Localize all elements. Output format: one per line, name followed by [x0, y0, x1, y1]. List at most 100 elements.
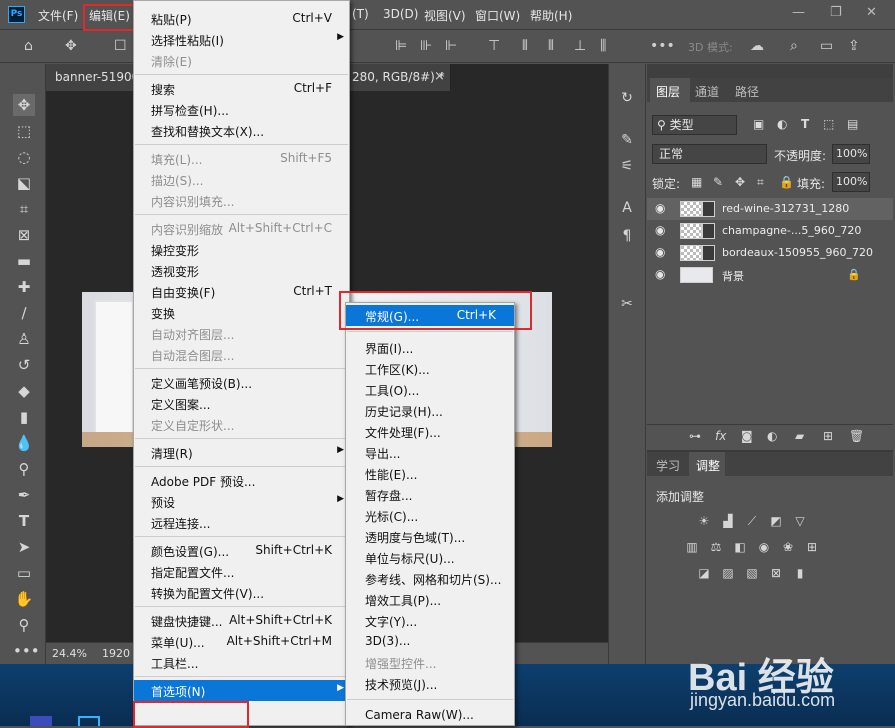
menu-view[interactable]: 视图(V)	[424, 7, 466, 24]
lock-artboard-icon[interactable]: ⌗	[757, 175, 764, 190]
brightness-icon[interactable]: ☀	[696, 514, 712, 528]
edit-menu-item-28[interactable]: 远程连接...	[134, 512, 349, 533]
type-tool-icon[interactable]: T	[13, 510, 35, 532]
taskbar-ps-icon[interactable]	[78, 716, 100, 726]
levels-icon[interactable]: ▟	[720, 514, 736, 528]
filter-smart-icon[interactable]: ▤	[847, 117, 858, 131]
healing-tool-icon[interactable]: ✚	[13, 276, 35, 298]
filter-type-icon[interactable]: T	[801, 117, 809, 131]
add-mask-icon[interactable]: ◙	[741, 429, 753, 443]
link-layers-icon[interactable]: ⊶	[689, 429, 701, 443]
pref-menu-item-2[interactable]: 界面(I)...	[346, 337, 514, 358]
restore-icon[interactable]: ❐	[830, 5, 842, 20]
color-lookup-icon[interactable]: ⊞	[804, 540, 820, 554]
eraser-tool-icon[interactable]: ◆	[13, 380, 35, 402]
dodge-tool-icon[interactable]: ⚲	[13, 458, 35, 480]
close-window-icon[interactable]: ✕	[866, 5, 877, 20]
align-top-icon[interactable]: ⊤	[488, 38, 500, 54]
threshold-icon[interactable]: ▧	[744, 566, 760, 580]
edit-menu-item-15[interactable]: 自由变换(F) Ctrl+T	[134, 281, 349, 302]
new-adjustment-icon[interactable]: ◐	[767, 429, 777, 443]
blur-tool-icon[interactable]: 💧	[13, 432, 35, 454]
share-icon[interactable]: ⇪	[848, 38, 860, 54]
invert-icon[interactable]: ◪	[696, 566, 712, 580]
adjust-panel-icon[interactable]: ⚟	[617, 158, 637, 178]
channel-mixer-icon[interactable]: ❀	[780, 540, 796, 554]
pref-menu-item-7[interactable]: 导出...	[346, 442, 514, 463]
pref-menu-item-15[interactable]: 文字(Y)...	[346, 610, 514, 631]
layer-filter-select[interactable]: ⚲ 类型	[652, 115, 737, 135]
edit-menu-item-31[interactable]: 指定配置文件...	[134, 561, 349, 582]
zoom-tool-icon[interactable]: ⚲	[13, 614, 35, 636]
history-brush-tool-icon[interactable]: ↺	[13, 354, 35, 376]
edit-menu-item-24[interactable]: 清理(R) ▶	[134, 442, 349, 463]
brush-tool-icon[interactable]: ∕	[13, 302, 35, 324]
checkbox-icon[interactable]: ☐	[114, 38, 127, 54]
lock-transparent-icon[interactable]: ▦	[691, 175, 702, 189]
edit-menu-item-16[interactable]: 变换	[134, 302, 349, 323]
menu-file[interactable]: 文件(F)	[38, 7, 78, 24]
tab-learn[interactable]: 学习	[656, 457, 680, 474]
align-bottom-icon[interactable]: ⊥	[574, 38, 586, 54]
eye-icon[interactable]: ◉	[655, 245, 665, 259]
layer-row[interactable]: ◉ red-wine-312731_1280	[647, 198, 893, 220]
delete-layer-icon[interactable]: 🗑	[849, 429, 864, 443]
pen-tool-icon[interactable]: ✒	[13, 484, 35, 506]
align-left-icon[interactable]: ⊫	[395, 38, 407, 54]
lock-position-icon[interactable]: ✥	[735, 175, 745, 189]
shape-tool-icon[interactable]: ▭	[13, 562, 35, 584]
edit-menu-item-38[interactable]: 首选项(N) ▶	[134, 680, 349, 701]
more-options-icon[interactable]: •••	[650, 38, 675, 54]
eye-icon[interactable]: ◉	[655, 267, 665, 281]
zoom-level[interactable]: 24.4%	[52, 647, 87, 660]
layer-row[interactable]: ◉ champagne-...5_960_720	[647, 220, 893, 242]
lasso-tool-icon[interactable]: ◌	[13, 146, 35, 168]
tab-layers[interactable]: 图层	[656, 83, 680, 100]
align-center-icon[interactable]: ⊪	[420, 38, 432, 54]
pref-menu-item-10[interactable]: 光标(C)...	[346, 505, 514, 526]
opacity-input[interactable]: 100%	[832, 144, 870, 164]
bw-icon[interactable]: ◧	[732, 540, 748, 554]
posterize-icon[interactable]: ▨	[720, 566, 736, 580]
paragraph-panel-icon[interactable]: ¶	[617, 228, 637, 248]
edit-menu-item-34[interactable]: 键盘快捷键... Alt+Shift+Ctrl+K	[134, 610, 349, 631]
pref-menu-item-16[interactable]: 3D(3)...	[346, 631, 514, 652]
pref-menu-item-18[interactable]: 技术预览(J)...	[346, 673, 514, 694]
edit-menu-item-21[interactable]: 定义图案...	[134, 393, 349, 414]
taskbar-app-icon[interactable]	[30, 716, 52, 726]
edit-menu-item-4[interactable]: 搜索 Ctrl+F	[134, 78, 349, 99]
new-layer-icon[interactable]: ⊞	[823, 429, 833, 443]
menu-filter[interactable]: (T)	[352, 7, 369, 21]
edit-menu-item-35[interactable]: 菜单(U)... Alt+Shift+Ctrl+M	[134, 631, 349, 652]
menu-3d[interactable]: 3D(D)	[383, 7, 418, 21]
pref-menu-item-6[interactable]: 文件处理(F)...	[346, 421, 514, 442]
pref-menu-item-12[interactable]: 单位与标尺(U)...	[346, 547, 514, 568]
edit-menu-item-6[interactable]: 查找和替换文本(X)...	[134, 120, 349, 141]
tab-channels[interactable]: 通道	[695, 83, 719, 100]
curves-icon[interactable]: ⟋	[744, 514, 760, 528]
pref-menu-item-20[interactable]: Camera Raw(W)...	[346, 705, 514, 726]
layer-row[interactable]: ◉ 背景 🔒	[647, 264, 893, 286]
edit-menu-item-5[interactable]: 拼写检查(H)...	[134, 99, 349, 120]
filter-image-icon[interactable]: ▣	[753, 117, 764, 131]
filter-adjust-icon[interactable]: ◐	[777, 117, 787, 131]
pref-menu-item-11[interactable]: 透明度与色域(T)...	[346, 526, 514, 547]
hand-tool-icon[interactable]: ✋	[13, 588, 35, 610]
photo-filter-icon[interactable]: ◉	[756, 540, 772, 554]
home-icon[interactable]: ⌂	[24, 38, 33, 54]
pref-menu-item-3[interactable]: 工作区(K)...	[346, 358, 514, 379]
close-tab-icon[interactable]: ×	[434, 69, 445, 84]
crop-tool-icon[interactable]: ⌗	[13, 198, 35, 220]
move-tool-icon[interactable]: ✥	[13, 94, 35, 116]
eye-icon[interactable]: ◉	[655, 223, 665, 237]
filter-shape-icon[interactable]: ⬚	[823, 117, 834, 131]
tab-adjustments[interactable]: 调整	[696, 457, 720, 474]
balance-icon[interactable]: ⚖	[708, 540, 724, 554]
pref-menu-item-4[interactable]: 工具(O)...	[346, 379, 514, 400]
pref-menu-item-8[interactable]: 性能(E)...	[346, 463, 514, 484]
stamp-tool-icon[interactable]: ♙	[13, 328, 35, 350]
edit-menu-item-26[interactable]: Adobe PDF 预设...	[134, 470, 349, 491]
eye-icon[interactable]: ◉	[655, 201, 665, 215]
move-tool-icon[interactable]: ✥	[65, 38, 77, 54]
edit-menu-item-32[interactable]: 转换为配置文件(V)...	[134, 582, 349, 603]
